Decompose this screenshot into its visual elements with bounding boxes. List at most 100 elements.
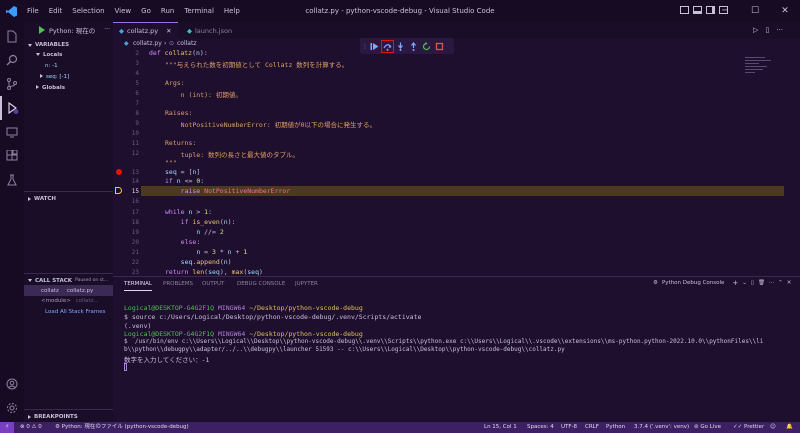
more-actions-icon[interactable]: ··· (104, 26, 110, 33)
status-bar: ⚡ ⊗ 0 ⚠ 0 ⚙ Python: 現在のファイル (python-vsco… (0, 422, 800, 433)
menu-file[interactable]: File (22, 0, 44, 22)
more-actions-icon[interactable]: ··· (776, 26, 783, 34)
locals-scope[interactable]: Locals (32, 52, 62, 58)
bottom-panel: TERMINAL PROBLEMS OUTPUT DEBUG CONSOLE J… (113, 276, 800, 422)
tab-launch-json[interactable]: ◆ launch.json (181, 22, 238, 39)
settings-gear-icon[interactable] (0, 396, 24, 420)
current-statement-arrow-icon (115, 187, 122, 194)
vscode-logo-icon (0, 0, 22, 22)
terminal-prompt-2: Logical@DESKTOP-G4G2F1Q MINGW64 ~/Deskto… (124, 330, 363, 338)
minimize-button[interactable]: ─ (710, 0, 740, 22)
tab-debug-console[interactable]: DEBUG CONSOLE (237, 277, 285, 291)
activity-bar (0, 22, 24, 422)
globals-scope[interactable]: Globals (32, 85, 65, 91)
run-config-bar: Python: 現在の ··· (24, 22, 113, 37)
menu-go[interactable]: Go (136, 0, 156, 22)
feedback-icon[interactable]: ☺ (770, 422, 776, 433)
toggle-panel-icon[interactable] (693, 6, 702, 14)
python-file-icon: ◆ (119, 27, 124, 35)
menu-run[interactable]: Run (156, 0, 179, 22)
prettier-status[interactable]: ✓✓ Prettier (733, 422, 764, 433)
source-control-icon[interactable] (0, 72, 24, 96)
chevron-down-icon[interactable]: ⌄ (742, 280, 747, 286)
language-mode[interactable]: Python (606, 422, 625, 433)
split-terminal-icon[interactable]: ▯ (751, 280, 754, 286)
run-python-file-icon[interactable]: ▷ (753, 26, 758, 34)
title-bar: File Edit Selection View Go Run Terminal… (0, 0, 800, 22)
terminal-line: $ source c:/Users/Logical/Desktop/python… (124, 313, 422, 321)
terminal-line: 数字を入力してください：-1 (124, 356, 210, 364)
terminal-cursor (124, 363, 127, 371)
menu-terminal[interactable]: Terminal (179, 0, 219, 22)
new-terminal-icon[interactable]: + (732, 279, 738, 287)
variables-section[interactable]: VARIABLES (24, 38, 113, 52)
restart-icon[interactable] (420, 40, 433, 53)
minimap[interactable] (745, 57, 775, 87)
line-endings[interactable]: CRLF (585, 422, 599, 433)
tab-output[interactable]: OUTPUT (202, 277, 224, 291)
search-icon[interactable] (0, 48, 24, 72)
variable-n[interactable]: n: -1 (45, 63, 58, 69)
variable-seq[interactable]: seq: [-1] (36, 74, 69, 80)
terminal-select[interactable]: Python Debug Console (662, 280, 724, 286)
notifications-bell-icon[interactable]: 🔔 (786, 422, 793, 433)
close-window-button[interactable]: ✕ (770, 0, 800, 22)
testing-icon[interactable] (0, 168, 24, 192)
split-editor-icon[interactable]: ▯ (765, 26, 769, 34)
go-live-button[interactable]: ⊚ Go Live (694, 422, 721, 433)
chevron-right-icon (28, 414, 31, 419)
debug-config-indicator[interactable]: ⚙ Python: 現在のファイル (python-vscode-debug) (55, 422, 189, 433)
breadcrumb-file[interactable]: collatz.py (133, 40, 162, 47)
breadcrumb-symbol[interactable]: collatz (177, 40, 196, 47)
menu-view[interactable]: View (110, 0, 137, 22)
start-debugging-icon[interactable] (39, 25, 45, 34)
debug-sidebar: Python: 現在の ··· VARIABLES Locals n: -1 s… (24, 22, 113, 422)
explorer-icon[interactable] (0, 24, 24, 48)
run-config-select[interactable]: Python: 現在の (49, 25, 95, 35)
maximize-button[interactable]: ☐ (740, 0, 770, 22)
python-interpreter[interactable]: 3.7.4 ('.venv': venv) (634, 422, 689, 433)
tab-terminal[interactable]: TERMINAL (124, 277, 152, 291)
remote-explorer-icon[interactable] (0, 120, 24, 144)
step-into-icon[interactable] (394, 40, 407, 53)
step-out-icon[interactable] (407, 40, 420, 53)
extensions-icon[interactable] (0, 144, 24, 168)
callstack-status: Paused on st... (75, 278, 109, 283)
editor-tabs: ◆ collatz.py ✕ ◆ launch.json ▷ ▯ ··· (113, 22, 800, 39)
close-tab-icon[interactable]: ✕ (166, 27, 171, 35)
step-over-icon[interactable] (381, 39, 394, 53)
stack-frame-collatz[interactable]: collatz collatz.py (24, 285, 113, 296)
code-editor[interactable]: 2 3 4 5 6 7 8 9 10 11 12 13 14 15 16 17 18 19 20 21 22 23 def… (113, 49, 800, 276)
menu-selection[interactable]: Selection (67, 0, 109, 22)
python-file-icon: ◆ (124, 40, 129, 47)
remote-indicator-icon[interactable]: ⚡ (0, 422, 14, 433)
debug-terminal-icon: ⚙ (653, 280, 658, 286)
chevron-down-icon (28, 43, 32, 47)
close-panel-icon[interactable]: ✕ (787, 280, 792, 286)
stack-frame-module[interactable]: <module> collatz... (41, 298, 99, 304)
account-icon[interactable] (0, 372, 24, 396)
more-actions-icon[interactable]: ··· (769, 280, 774, 286)
indentation[interactable]: Spaces: 4 (527, 422, 554, 433)
menu-bar: File Edit Selection View Go Run Terminal… (22, 0, 245, 22)
stop-icon[interactable] (433, 40, 446, 53)
tab-jupyter[interactable]: JUPYTER (295, 277, 318, 291)
breakpoint-icon[interactable] (116, 169, 122, 175)
menu-edit[interactable]: Edit (44, 0, 68, 22)
encoding[interactable]: UTF-8 (561, 422, 577, 433)
kill-terminal-icon[interactable]: 🗑 (758, 280, 765, 286)
watch-section[interactable]: WATCH (24, 191, 113, 205)
editor-actions: ▷ ▯ ··· (753, 26, 783, 34)
tab-problems[interactable]: PROBLEMS (163, 277, 193, 291)
cursor-position[interactable]: Ln 15, Col 1 (484, 422, 517, 433)
load-all-stack-frames-link[interactable]: Load All Stack Frames (45, 309, 106, 315)
continue-icon[interactable] (368, 40, 381, 53)
breakpoints-section[interactable]: BREAKPOINTS (24, 409, 113, 423)
run-debug-icon[interactable] (0, 96, 24, 120)
chevron-right-icon (40, 74, 43, 78)
menu-help[interactable]: Help (219, 0, 245, 22)
toggle-sidebar-icon[interactable] (680, 6, 689, 14)
maximize-panel-icon[interactable]: ⌃ (778, 280, 783, 286)
tab-collatz-py[interactable]: ◆ collatz.py ✕ (113, 22, 178, 39)
problems-indicator[interactable]: ⊗ 0 ⚠ 0 (20, 422, 42, 433)
